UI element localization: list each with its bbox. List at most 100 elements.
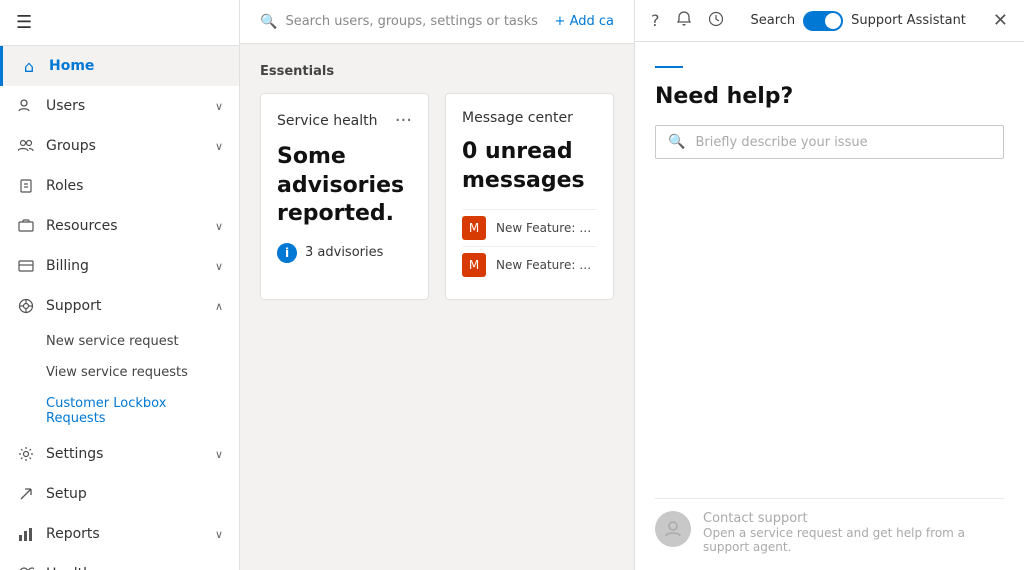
bell-icon[interactable] xyxy=(676,11,692,31)
advisory-row: i 3 advisories xyxy=(277,243,412,263)
card-header: Message center xyxy=(462,110,597,126)
search-toggle-area: Search Support Assistant xyxy=(750,11,965,31)
sidebar-item-label: Settings xyxy=(46,446,215,462)
sidebar-item-groups[interactable]: Groups ∨ xyxy=(0,126,239,166)
card-title: Message center xyxy=(462,110,573,126)
sidebar-item-label: Roles xyxy=(46,178,223,194)
card-menu-icon[interactable]: ··· xyxy=(395,110,412,131)
chevron-down-icon: ∨ xyxy=(215,528,223,541)
sidebar-item-label: Reports xyxy=(46,526,215,542)
panel-search-icon: 🔍 xyxy=(668,134,685,150)
sidebar-item-home[interactable]: ⌂ Home xyxy=(0,46,239,86)
message-app-icon: M xyxy=(462,216,486,240)
sidebar-subitem-customer-lockbox[interactable]: Customer Lockbox Requests xyxy=(0,388,239,434)
sidebar-item-label: Users xyxy=(46,98,215,114)
chevron-down-icon: ∨ xyxy=(215,100,223,113)
need-help-title: Need help? xyxy=(655,84,1004,109)
panel-body: Need help? 🔍 Briefly describe your issue… xyxy=(635,42,1024,570)
billing-icon xyxy=(16,256,36,276)
sidebar-item-label: Support xyxy=(46,298,215,314)
active-tab-indicator xyxy=(655,66,683,68)
settings-icon xyxy=(16,444,36,464)
search-placeholder-text: Search users, groups, settings or tasks xyxy=(285,14,538,29)
panel-search-placeholder: Briefly describe your issue xyxy=(695,135,867,150)
contact-text: Contact support Open a service request a… xyxy=(703,511,1004,554)
home-icon: ⌂ xyxy=(19,56,39,76)
sidebar-item-health[interactable]: Health ∨ xyxy=(0,554,239,570)
content-area: Essentials Service health ··· Some advis… xyxy=(240,44,634,570)
sidebar-item-billing[interactable]: Billing ∨ xyxy=(0,246,239,286)
sidebar-subitem-new-service-request[interactable]: New service request xyxy=(0,326,239,357)
contact-support-title: Contact support xyxy=(703,511,1004,526)
panel-footer: Contact support Open a service request a… xyxy=(655,498,1004,554)
sidebar-item-label: Health xyxy=(46,566,215,570)
chevron-down-icon: ∨ xyxy=(215,260,223,273)
chevron-up-icon: ∧ xyxy=(215,300,223,313)
sidebar-item-label: Groups xyxy=(46,138,215,154)
sidebar-item-label: Resources xyxy=(46,218,215,234)
panel-icon-group: ? xyxy=(651,11,724,31)
sidebar-item-label: Setup xyxy=(46,486,223,502)
add-card-label: + Add ca xyxy=(555,14,614,29)
advisory-count: 3 advisories xyxy=(305,245,383,260)
resources-icon xyxy=(16,216,36,236)
main-content: 🔍 Search users, groups, settings or task… xyxy=(240,0,634,570)
history-icon[interactable] xyxy=(708,11,724,31)
support-assistant-label: Support Assistant xyxy=(851,13,966,28)
roles-icon xyxy=(16,176,36,196)
contact-avatar xyxy=(655,511,691,547)
sidebar-item-setup[interactable]: Setup xyxy=(0,474,239,514)
sidebar: ☰ ⌂ Home Users ∨ Groups ∨ xyxy=(0,0,240,570)
message-item: M New Feature: Microsoft To Do - Notific… xyxy=(462,209,597,246)
cards-row: Service health ··· Some advisories repor… xyxy=(260,93,614,300)
panel-header: ? Search Support Assistant ✕ xyxy=(635,0,1024,42)
message-text: New Feature: Microsoft To Do - Notificat… xyxy=(496,221,597,235)
sidebar-item-resources[interactable]: Resources ∨ xyxy=(0,206,239,246)
message-item: M New Feature: File Hover Card - People … xyxy=(462,246,597,283)
sidebar-item-roles[interactable]: Roles xyxy=(0,166,239,206)
sidebar-item-settings[interactable]: Settings ∨ xyxy=(0,434,239,474)
sidebar-item-support[interactable]: Support ∧ xyxy=(0,286,239,326)
message-center-big-text: 0 unread messages xyxy=(462,138,597,195)
service-health-card: Service health ··· Some advisories repor… xyxy=(260,93,429,300)
support-assistant-toggle[interactable] xyxy=(803,11,843,31)
contact-support-sub: Open a service request and get help from… xyxy=(703,526,1004,554)
message-app-icon: M xyxy=(462,253,486,277)
sidebar-item-users[interactable]: Users ∨ xyxy=(0,86,239,126)
toggle-knob xyxy=(825,13,841,29)
health-icon xyxy=(16,564,36,570)
right-panel: ? Search Support Assistant ✕ Need help? … xyxy=(634,0,1024,570)
essentials-label: Essentials xyxy=(260,64,614,79)
advisory-icon: i xyxy=(277,243,297,263)
hamburger-icon[interactable]: ☰ xyxy=(16,12,32,33)
sidebar-item-reports[interactable]: Reports ∨ xyxy=(0,514,239,554)
search-box[interactable]: 🔍 Search users, groups, settings or task… xyxy=(260,14,539,30)
search-icon: 🔍 xyxy=(260,14,277,30)
setup-icon xyxy=(16,484,36,504)
card-header: Service health ··· xyxy=(277,110,412,131)
close-icon[interactable]: ✕ xyxy=(993,10,1008,31)
toggle-label: Search xyxy=(750,13,795,28)
sidebar-subitem-view-service-requests[interactable]: View service requests xyxy=(0,357,239,388)
card-title: Service health xyxy=(277,113,378,129)
sidebar-item-label: Billing xyxy=(46,258,215,274)
topbar: 🔍 Search users, groups, settings or task… xyxy=(240,0,634,44)
panel-search-box[interactable]: 🔍 Briefly describe your issue xyxy=(655,125,1004,159)
chevron-down-icon: ∨ xyxy=(215,140,223,153)
message-center-card: Message center 0 unread messages M New F… xyxy=(445,93,614,300)
question-icon[interactable]: ? xyxy=(651,11,660,30)
message-list: M New Feature: Microsoft To Do - Notific… xyxy=(462,209,597,283)
chevron-down-icon: ∨ xyxy=(215,448,223,461)
sidebar-item-label: Home xyxy=(49,58,223,74)
groups-icon xyxy=(16,136,36,156)
contact-support-section: Contact support Open a service request a… xyxy=(655,511,1004,554)
service-health-big-text: Some advisories reported. xyxy=(277,143,412,229)
message-text: New Feature: File Hover Card - People wh… xyxy=(496,258,597,272)
reports-icon xyxy=(16,524,36,544)
users-icon xyxy=(16,96,36,116)
chevron-down-icon: ∨ xyxy=(215,220,223,233)
support-icon xyxy=(16,296,36,316)
sidebar-nav: ⌂ Home Users ∨ Groups ∨ Roles xyxy=(0,46,239,570)
sidebar-top: ☰ xyxy=(0,0,239,46)
add-card-button[interactable]: + Add ca xyxy=(555,14,614,29)
